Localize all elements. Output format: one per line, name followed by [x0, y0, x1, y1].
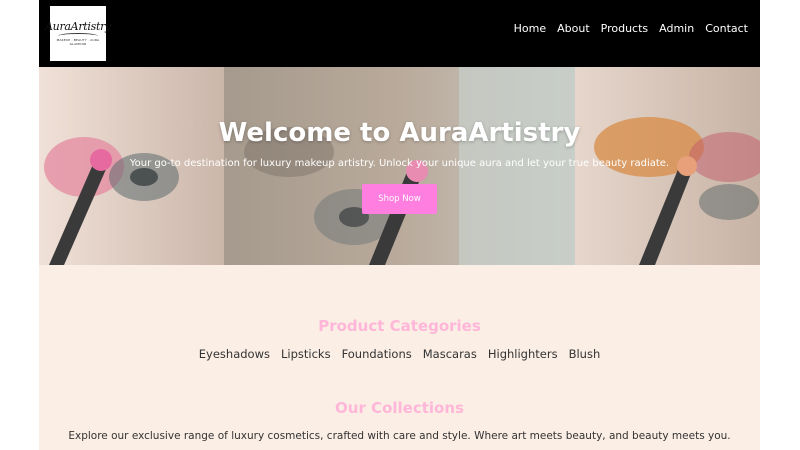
- main-nav: Home About Products Admin Contact: [514, 22, 748, 35]
- nav-admin[interactable]: Admin: [659, 22, 694, 35]
- nav-home[interactable]: Home: [514, 22, 546, 35]
- logo-subtag: GLAMOUR: [69, 41, 87, 46]
- collections-text: Explore our exclusive range of luxury co…: [68, 430, 731, 442]
- collections-title: Our Collections: [335, 399, 464, 417]
- categories-title: Product Categories: [318, 317, 481, 335]
- nav-products[interactable]: Products: [601, 22, 649, 35]
- shop-now-button[interactable]: Shop Now: [362, 184, 437, 214]
- category-blush[interactable]: Blush: [569, 347, 601, 361]
- category-foundations[interactable]: Foundations: [342, 347, 412, 361]
- page: AuraArtistry MAKEUP · BEAUTY · AURA GLAM…: [39, 0, 760, 450]
- hero-title: Welcome to AuraArtistry: [218, 118, 581, 148]
- category-eyeshadows[interactable]: Eyeshadows: [199, 347, 270, 361]
- site-header: AuraArtistry MAKEUP · BEAUTY · AURA GLAM…: [39, 0, 760, 67]
- nav-contact[interactable]: Contact: [705, 22, 748, 35]
- category-mascaras[interactable]: Mascaras: [423, 347, 477, 361]
- categories-list: Eyeshadows Lipsticks Foundations Mascara…: [39, 347, 760, 361]
- category-lipsticks[interactable]: Lipsticks: [281, 347, 331, 361]
- hero-banner: Welcome to AuraArtistry Your go-to desti…: [39, 67, 760, 265]
- hero-subtitle: Your go-to destination for luxury makeup…: [129, 158, 670, 169]
- logo-script: AuraArtistry: [45, 19, 111, 33]
- category-highlighters[interactable]: Highlighters: [488, 347, 558, 361]
- nav-about[interactable]: About: [557, 22, 590, 35]
- logo[interactable]: AuraArtistry MAKEUP · BEAUTY · AURA GLAM…: [45, 6, 111, 61]
